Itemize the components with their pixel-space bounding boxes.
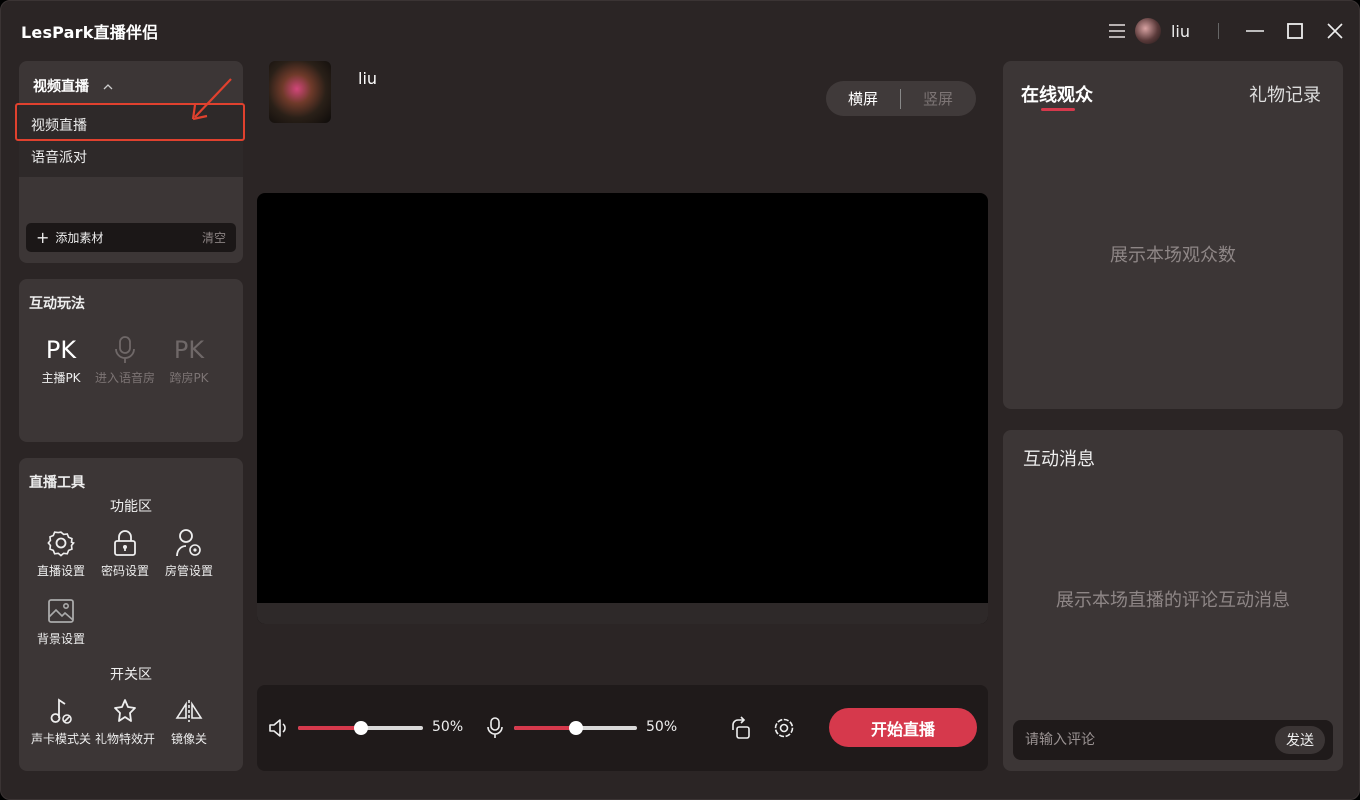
menu-icon[interactable] (1105, 19, 1129, 43)
speaker-volume-fill (298, 726, 361, 730)
mirror-label: 镜像关 (170, 732, 207, 746)
rotate-screen-icon[interactable] (729, 716, 753, 740)
voice-room-label: 进入语音房 (94, 371, 155, 385)
password-settings-tool[interactable]: 密码设置 (93, 528, 157, 579)
orientation-toggle: 横屏 竖屏 (826, 81, 976, 116)
speaker-volume-knob[interactable] (353, 721, 368, 735)
messages-panel: 互动消息 展示本场直播的评论互动消息 发送 (1003, 430, 1343, 771)
background-settings-tool[interactable]: 背景设置 (29, 596, 93, 647)
function-section-label: 功能区 (110, 499, 152, 515)
source-option-voice-party[interactable]: 语音派对 (31, 147, 87, 167)
soundcard-mode-label: 声卡模式关 (30, 732, 91, 746)
title-bar-controls: liu (1105, 15, 1359, 47)
settings-gear-icon[interactable] (772, 716, 796, 740)
source-option-video[interactable]: 视频直播 (31, 115, 87, 135)
interact-panel: 互动玩法 PK 主播PK 进入语音房 PK 跨房PK (19, 279, 243, 442)
gift-effect-label: 礼物特效开 (94, 732, 155, 746)
mic-volume-value: 50% (646, 719, 678, 735)
user-name[interactable]: liu (1171, 22, 1190, 41)
chevron-up-icon (103, 78, 113, 94)
host-name: liu (358, 69, 378, 88)
live-tools-panel: 直播工具 功能区 直播设置 密码设置 房管设置 背景设置 开关区 声卡模式关 礼… (19, 458, 243, 771)
speaker-volume-slider[interactable] (298, 721, 423, 735)
voice-room-tool[interactable]: 进入语音房 (93, 335, 157, 386)
close-button[interactable] (1315, 15, 1355, 47)
switch-section-label: 开关区 (110, 667, 152, 683)
comment-bar: 发送 (1013, 720, 1333, 760)
source-dropdown-toggle[interactable]: 视频直播 (33, 76, 113, 96)
mic-volume-fill (514, 726, 576, 730)
user-settings-icon (157, 528, 221, 558)
messages-placeholder: 展示本场直播的评论互动消息 (1056, 590, 1290, 611)
active-tab-indicator (1041, 108, 1075, 111)
microphone-icon[interactable] (483, 716, 507, 740)
send-button[interactable]: 发送 (1275, 726, 1325, 754)
speaker-volume-value: 50% (432, 719, 464, 735)
preview-footer (257, 603, 988, 624)
maximize-button[interactable] (1275, 15, 1315, 47)
interact-title: 互动玩法 (29, 296, 85, 312)
audience-placeholder: 展示本场观众数 (1110, 245, 1236, 266)
moderator-settings-tool[interactable]: 房管设置 (157, 528, 221, 579)
live-tools-title: 直播工具 (29, 475, 85, 491)
soundcard-mode-toggle[interactable]: 声卡模式关 (29, 696, 93, 747)
tab-online-audience[interactable]: 在线观众 (1021, 81, 1093, 107)
image-icon (29, 596, 93, 626)
pk-icon: PK (45, 336, 77, 364)
minimize-button[interactable] (1235, 15, 1275, 47)
password-settings-label: 密码设置 (100, 564, 149, 578)
landscape-option[interactable]: 横屏 (826, 88, 900, 109)
mic-volume-knob[interactable] (568, 721, 583, 735)
live-settings-label: 直播设置 (36, 564, 85, 578)
gear-icon (29, 528, 93, 558)
speaker-icon[interactable] (267, 716, 291, 740)
add-material-bar: + 添加素材 清空 (26, 223, 236, 252)
source-selected-label: 视频直播 (33, 79, 89, 95)
tab-gift-records[interactable]: 礼物记录 (1249, 81, 1321, 107)
video-preview (257, 193, 988, 624)
messages-title: 互动消息 (1023, 449, 1095, 470)
portrait-option[interactable]: 竖屏 (901, 88, 975, 109)
comment-input[interactable] (1013, 720, 1263, 760)
arrow-annotation-icon (191, 78, 232, 121)
mic-volume-slider[interactable] (514, 721, 637, 735)
background-settings-label: 背景设置 (36, 632, 85, 646)
mirror-toggle[interactable]: 镜像关 (157, 696, 221, 747)
cross-room-pk-label: 跨房PK (169, 371, 209, 385)
source-panel: 视频直播 视频直播 语音派对 + 添加素材 清空 (15, 61, 245, 263)
moderator-settings-label: 房管设置 (164, 564, 213, 578)
gift-effect-toggle[interactable]: 礼物特效开 (93, 696, 157, 747)
music-note-off-icon (29, 696, 93, 726)
microphone-icon (93, 335, 157, 365)
host-pk-tool[interactable]: PK 主播PK (29, 335, 93, 386)
host-pk-label: 主播PK (41, 371, 81, 385)
app-title: LesPark直播伴侣 (21, 23, 159, 42)
clear-button[interactable]: 清空 (202, 229, 226, 246)
avatar[interactable] (1134, 18, 1161, 44)
controls-bar: 50% 50% 开始直播 (257, 685, 988, 771)
mirror-icon (157, 696, 221, 726)
pk-icon: PK (173, 336, 205, 364)
lock-icon (93, 528, 157, 558)
host-avatar[interactable] (269, 61, 331, 123)
plus-icon[interactable]: + (36, 229, 49, 246)
sparkle-icon (93, 696, 157, 726)
add-material-button[interactable]: 添加素材 (55, 229, 103, 246)
audience-panel: 在线观众 礼物记录 展示本场观众数 (1003, 61, 1343, 409)
title-bar: LesPark直播伴侣 liu (1, 1, 1359, 61)
cross-room-pk-tool[interactable]: PK 跨房PK (157, 335, 221, 386)
start-live-button[interactable]: 开始直播 (829, 708, 977, 747)
title-divider (1218, 23, 1219, 39)
app-window: LesPark直播伴侣 liu 视频直播 视频直播 语音派对 + 添加素材 清空… (0, 0, 1360, 800)
live-settings-tool[interactable]: 直播设置 (29, 528, 93, 579)
